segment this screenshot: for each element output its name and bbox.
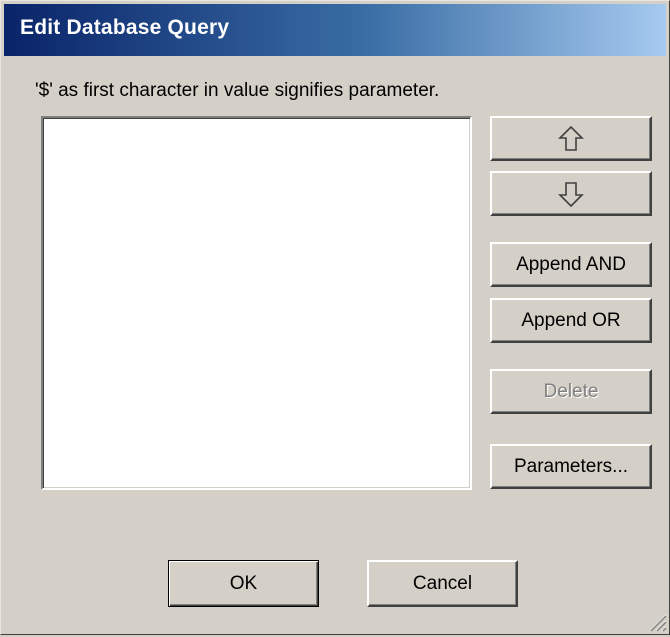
resize-grip-icon[interactable] [647, 612, 667, 632]
title-bar[interactable]: Edit Database Query [4, 4, 666, 56]
edit-database-query-dialog: Edit Database Query '$' as first charact… [0, 0, 670, 635]
parameter-hint-label: '$' as first character in value signifie… [35, 80, 440, 101]
dialog-title: Edit Database Query [20, 16, 230, 39]
arrow-up-icon [558, 125, 584, 153]
delete-button[interactable]: Delete [490, 369, 652, 414]
cancel-button[interactable]: Cancel [367, 560, 518, 607]
append-and-button[interactable]: Append AND [490, 242, 652, 287]
move-up-button[interactable] [490, 116, 652, 161]
parameters-button[interactable]: Parameters... [490, 444, 652, 489]
query-conditions-list[interactable] [41, 116, 472, 490]
ok-button[interactable]: OK [168, 560, 319, 607]
append-or-button[interactable]: Append OR [490, 298, 652, 343]
move-down-button[interactable] [490, 171, 652, 216]
arrow-down-icon [558, 180, 584, 208]
